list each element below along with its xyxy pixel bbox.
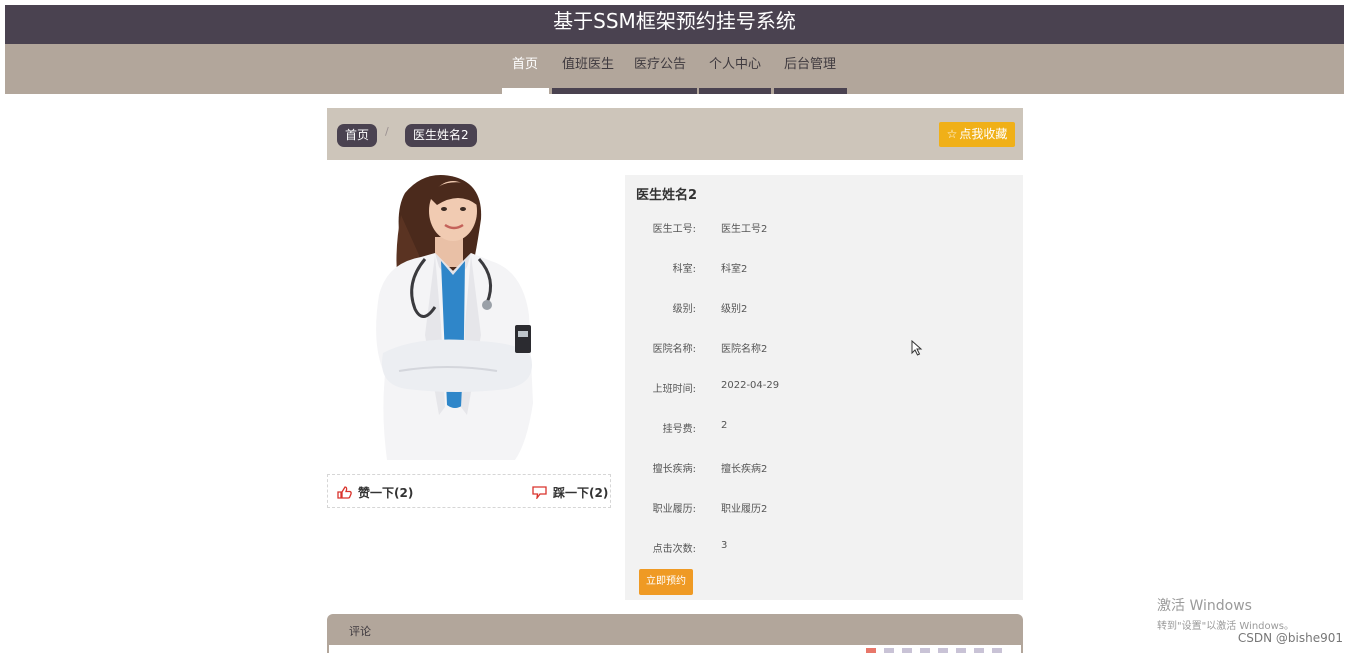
doctor-illustration <box>327 175 611 460</box>
field-label: 医生工号: <box>652 224 696 235</box>
thumbs-down-icon <box>532 486 547 499</box>
doctor-name: 医生姓名2 <box>636 188 698 203</box>
vote-box: 赞一下(2) 踩一下(2) <box>327 474 611 508</box>
field-label: 点击次数: <box>652 544 696 555</box>
watermark-subtitle: 转到"设置"以激活 Windows。 <box>1157 621 1295 632</box>
nav-underline <box>699 88 771 94</box>
field-label: 级别: <box>672 304 696 315</box>
page: 基于SSM框架预约挂号系统 首页 值班医生 医疗公告 个人中心 后台管理 首页 … <box>0 0 1358 653</box>
field-value: 医院名称2 <box>721 344 768 355</box>
field-value: 职业履历2 <box>721 504 768 515</box>
favorite-button[interactable]: ☆ 点我收藏 <box>939 122 1015 147</box>
dislike-button[interactable]: 踩一下(2) <box>532 484 608 501</box>
like-label: 赞一下(2) <box>358 486 414 500</box>
book-now-button[interactable]: 立即预约 <box>639 569 693 595</box>
nav-item-notices[interactable]: 医疗公告 <box>631 44 689 87</box>
toolbar-icon[interactable] <box>884 648 894 653</box>
like-button[interactable]: 赞一下(2) <box>337 484 413 501</box>
field-value: 擅长疾病2 <box>721 464 768 475</box>
mouse-cursor-icon <box>911 340 923 356</box>
csdn-credit: CSDN @bishe901 <box>1237 631 1343 645</box>
field-label: 科室: <box>672 264 696 275</box>
field-value: 2 <box>721 420 728 431</box>
toolbar-icon[interactable] <box>920 648 930 653</box>
info-row-specialty: 擅长疾病: 擅长疾病2 <box>625 460 1023 476</box>
info-row-level: 级别: 级别2 <box>625 300 1023 316</box>
comments-title: 评论 <box>349 625 371 638</box>
nav-item-doctors[interactable]: 值班医生 <box>559 44 617 87</box>
site-title: 基于SSM框架预约挂号系统 <box>553 9 796 33</box>
info-row-hospital: 医院名称: 医院名称2 <box>625 340 1023 356</box>
breadcrumb-home[interactable]: 首页 <box>337 124 378 147</box>
field-value: 级别2 <box>721 304 748 315</box>
star-icon: ☆ <box>946 127 958 141</box>
field-value: 科室2 <box>721 264 748 275</box>
info-row-career: 职业履历: 职业履历2 <box>625 500 1023 516</box>
field-label: 上班时间: <box>652 384 696 395</box>
field-value: 2022-04-29 <box>721 380 780 391</box>
field-value: 3 <box>721 540 728 551</box>
breadcrumb: 首页 / 医生姓名2 ☆ 点我收藏 <box>327 108 1023 160</box>
thumbs-up-icon <box>337 486 352 499</box>
info-row-shift-date: 上班时间: 2022-04-29 <box>625 380 1023 396</box>
toolbar-icon[interactable] <box>902 648 912 653</box>
toolbar-icon[interactable] <box>956 648 966 653</box>
toolbar-icon[interactable] <box>992 648 1002 653</box>
nav-item-admin[interactable]: 后台管理 <box>779 44 841 87</box>
field-value: 医生工号2 <box>721 224 768 235</box>
breadcrumb-separator: / <box>385 125 389 138</box>
field-label: 挂号费: <box>662 424 696 435</box>
info-row-department: 科室: 科室2 <box>625 260 1023 276</box>
dislike-label: 踩一下(2) <box>553 486 609 500</box>
info-row-clicks: 点击次数: 3 <box>625 540 1023 556</box>
main-nav: 首页 值班医生 医疗公告 个人中心 后台管理 <box>5 44 1344 94</box>
info-row-id: 医生工号: 医生工号2 <box>625 220 1023 236</box>
breadcrumb-current: 医生姓名2 <box>405 124 477 147</box>
nav-active-indicator <box>502 88 549 94</box>
nav-item-home[interactable]: 首页 <box>501 44 549 87</box>
field-label: 职业履历: <box>652 504 696 515</box>
doctor-info-panel: 医生姓名2 医生工号: 医生工号2 科室: 科室2 级别: 级别2 医院名称: … <box>625 175 1023 600</box>
windows-activation-watermark: 激活 Windows 转到"设置"以激活 Windows。 <box>1157 595 1294 632</box>
watermark-title: 激活 Windows <box>1157 598 1252 614</box>
toolbar-icon[interactable] <box>974 648 984 653</box>
info-row-fee: 挂号费: 2 <box>625 420 1023 436</box>
editor-toolbar <box>866 648 1006 653</box>
nav-underline <box>774 88 847 94</box>
toolbar-icon[interactable] <box>866 648 876 653</box>
nav-underline <box>552 88 697 94</box>
doctor-photo <box>327 175 611 460</box>
field-label: 擅长疾病: <box>652 464 696 475</box>
nav-item-profile[interactable]: 个人中心 <box>705 44 765 87</box>
field-label: 医院名称: <box>652 344 696 355</box>
site-title-bar: 基于SSM框架预约挂号系统 <box>5 5 1344 44</box>
favorite-label: 点我收藏 <box>959 127 1008 141</box>
toolbar-icon[interactable] <box>938 648 948 653</box>
